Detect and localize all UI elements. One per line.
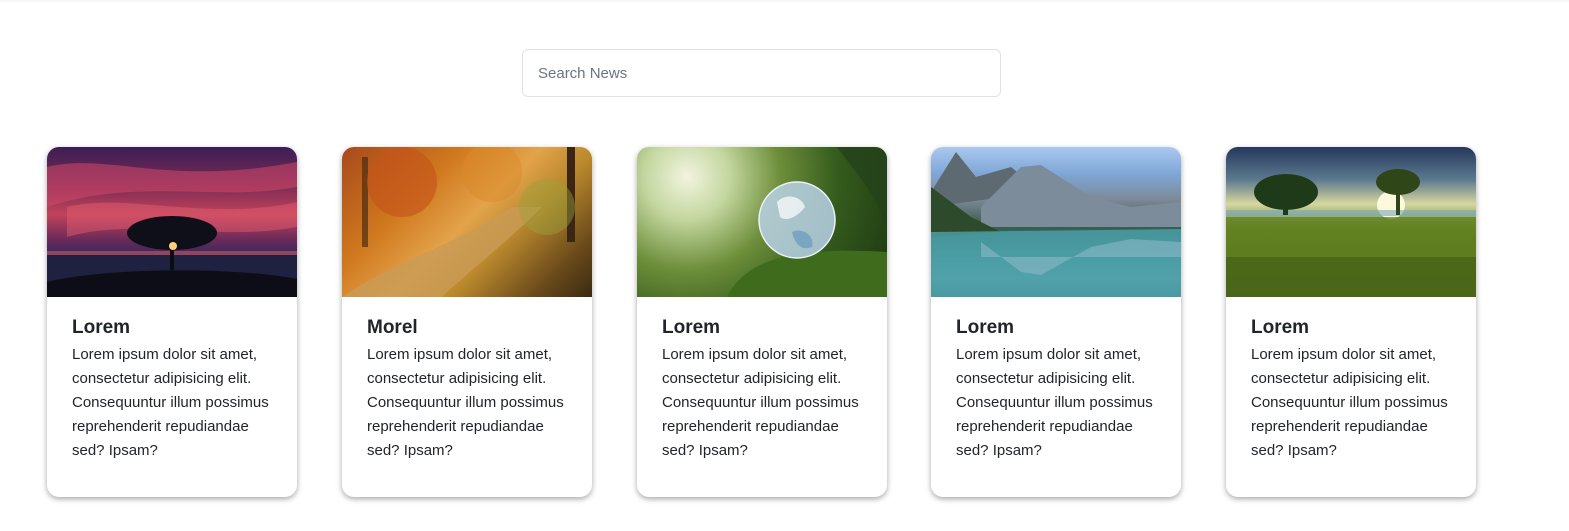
card-title: Lorem [956,317,1015,338]
card-title: Lorem [72,317,131,338]
mountain-lake-image [931,147,1181,297]
card-title: Lorem [662,317,721,338]
news-card[interactable]: Lorem Lorem ipsum dolor sit amet, consec… [931,147,1181,497]
card-title: Lorem [1251,317,1310,338]
glass-globe-image [637,147,887,297]
card-text: Lorem ipsum dolor sit amet, consectetur … [1251,346,1448,459]
top-divider [0,0,1569,3]
news-card[interactable]: Lorem Lorem ipsum dolor sit amet, consec… [47,147,297,497]
search-bar [522,49,1001,97]
card-text: Lorem ipsum dolor sit amet, consectetur … [367,346,564,459]
meadow-tree-image [1226,147,1476,297]
card-text: Lorem ipsum dolor sit amet, consectetur … [72,346,269,459]
news-card[interactable]: Lorem Lorem ipsum dolor sit amet, consec… [1226,147,1476,497]
news-card[interactable]: Lorem Lorem ipsum dolor sit amet, consec… [637,147,887,497]
card-text: Lorem ipsum dolor sit amet, consectetur … [662,346,859,459]
sunset-tree-image [47,147,297,297]
search-input[interactable] [522,49,1001,97]
autumn-forest-image [342,147,592,297]
card-title: Morel [367,317,418,338]
card-text: Lorem ipsum dolor sit amet, consectetur … [956,346,1153,459]
news-card[interactable]: Morel Lorem ipsum dolor sit amet, consec… [342,147,592,497]
